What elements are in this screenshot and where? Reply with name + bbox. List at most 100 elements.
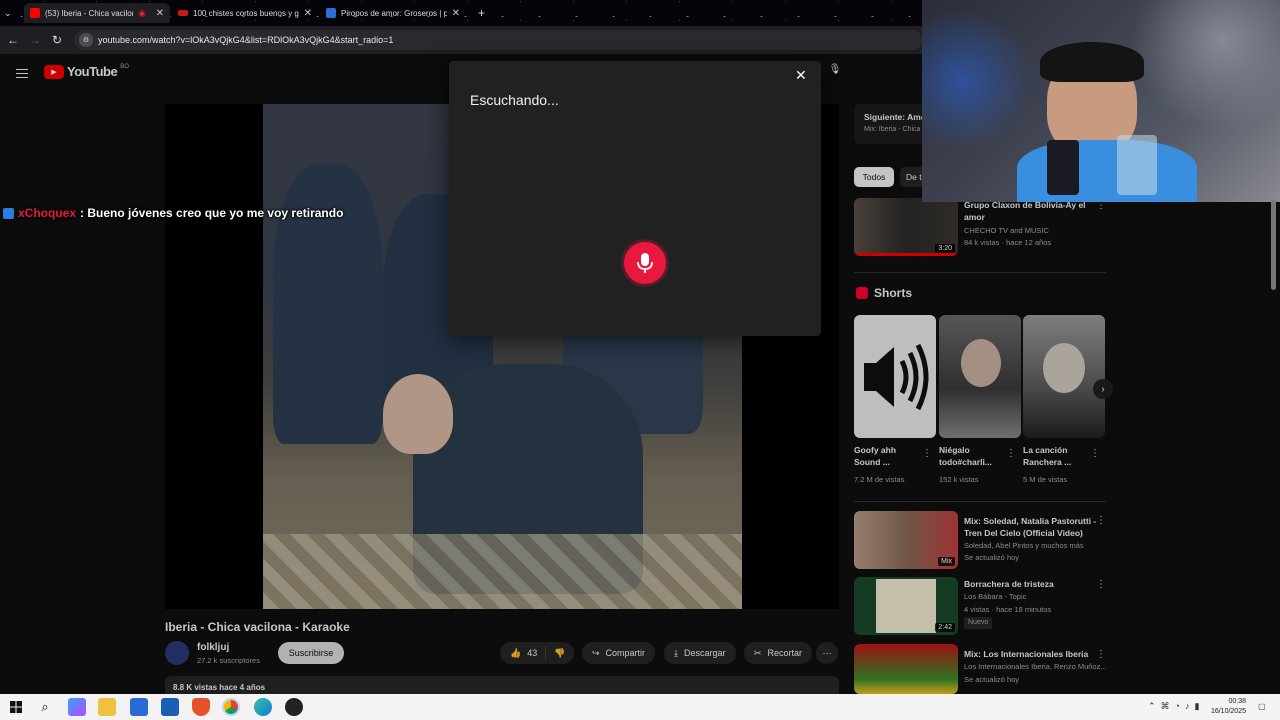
share-button[interactable]: ↪ Compartir — [582, 642, 656, 664]
youtube-logo[interactable]: ▶ YouTube BO — [44, 64, 129, 79]
close-tab-icon[interactable]: ✕ — [156, 8, 164, 19]
tab-list-button[interactable]: ⌄ — [4, 3, 22, 23]
new-badge: Nuevo — [964, 617, 993, 629]
obs-icon[interactable] — [285, 698, 303, 716]
like-count[interactable]: 43 — [527, 648, 537, 658]
more-vert-icon[interactable]: ⋮ — [1090, 448, 1100, 459]
menu-icon[interactable] — [16, 66, 28, 81]
copilot-icon[interactable] — [68, 698, 86, 716]
page-scrollbar[interactable] — [1271, 200, 1276, 290]
site-favicon-icon — [326, 8, 336, 18]
video-title[interactable]: Grupo Claxon de Bolivia-Ay el amor — [964, 199, 1094, 223]
chat-username: xChoquex — [18, 206, 77, 220]
more-icon: ⋯ — [822, 647, 832, 658]
platform-badge-icon — [3, 207, 14, 219]
video-meta: 84 k vistas · hace 12 años — [964, 238, 1052, 247]
channel-name[interactable]: folkljuj — [197, 642, 229, 653]
more-actions-button[interactable]: ⋯ — [816, 642, 838, 664]
divider — [854, 501, 1106, 502]
more-vert-icon[interactable]: ⋮ — [922, 448, 932, 459]
subscribe-button[interactable]: Suscribirse — [278, 642, 344, 664]
download-icon: ⤓ — [674, 647, 678, 658]
reload-icon: ↻ — [51, 33, 63, 47]
tray-icons[interactable]: ⌃⌘◔♪▮ — [1148, 701, 1204, 712]
tab-piropos[interactable]: Piropos de amor: Groseros | pa ✕ — [320, 3, 466, 23]
reload-button[interactable]: ↻ — [46, 29, 68, 51]
voice-search-icon[interactable]: 🎙 — [828, 64, 842, 80]
next-up-title: Siguiente: Amo — [864, 112, 927, 122]
thumbs-down-icon[interactable]: 👎 — [554, 648, 565, 659]
clip-button[interactable]: ✂ Recortar — [744, 642, 813, 664]
thumbnail-face — [961, 339, 1001, 387]
country-code: BO — [120, 63, 129, 70]
plus-icon: + — [478, 6, 486, 20]
notification-icon[interactable]: ▢ — [1258, 702, 1266, 711]
close-tab-icon[interactable]: ✕ — [304, 8, 312, 19]
clock-time: 00:38 — [1228, 698, 1246, 705]
back-button[interactable]: ← — [2, 29, 24, 51]
close-tab-icon[interactable]: ✕ — [452, 8, 460, 19]
video-title[interactable]: Mix: Soledad, Natalia Pastorutti - Tren … — [964, 515, 1098, 539]
recording-icon: ◉ — [138, 7, 146, 18]
short-title[interactable]: Goofy ahh Sound ... — [854, 444, 916, 468]
chip-todos[interactable]: Todos — [854, 167, 894, 187]
views-date: 8.8 K vistas hace 4 años — [173, 683, 266, 692]
short-title[interactable]: Niégalo todo#charli... — [939, 444, 1003, 468]
mix-badge: Mix — [938, 557, 955, 566]
tab-chistes[interactable]: 100 chistes cortos buenos y gr ✕ — [172, 3, 318, 23]
youtube-favicon-icon — [30, 8, 40, 18]
channel-avatar[interactable] — [165, 641, 189, 665]
short-title[interactable]: La canción Ranchera ... — [1023, 444, 1087, 468]
subscriber-count: 27.2 k suscriptores — [197, 656, 260, 665]
new-tab-button[interactable]: + — [472, 3, 491, 23]
streamer-hair — [1040, 42, 1144, 82]
video-thumbnail[interactable]: 2:42 — [854, 577, 958, 635]
microphone-icon — [637, 253, 653, 273]
edge-icon[interactable] — [254, 698, 272, 716]
address-bar[interactable]: ⚙ youtube.com/watch?v=lOkA3vQjkG4&list=R… — [74, 30, 922, 50]
watch-progress — [854, 253, 958, 256]
tab-title: 100 chistes cortos buenos y gr — [193, 8, 299, 18]
shorts-next-button[interactable]: › — [1093, 379, 1113, 399]
chip-de-tu[interactable]: De t — [900, 167, 924, 187]
video-floor — [263, 534, 742, 609]
brave-icon[interactable] — [192, 698, 210, 716]
clock[interactable]: 00:38 16/10/2025 — [1206, 697, 1246, 717]
outlook-icon[interactable] — [161, 698, 179, 716]
file-explorer-icon[interactable] — [98, 698, 116, 716]
more-vert-icon[interactable]: ⋮ — [1096, 515, 1106, 526]
chrome-icon[interactable] — [222, 698, 240, 716]
microphone-button[interactable] — [624, 242, 666, 284]
short-thumbnail[interactable] — [854, 315, 936, 438]
store-icon[interactable] — [130, 698, 148, 716]
close-icon[interactable]: ✕ — [795, 67, 807, 84]
video-thumbnail[interactable]: 3:20 — [854, 198, 958, 256]
tab-iberia[interactable]: (53) Iberia - Chica vacilona ◉ ✕ — [24, 3, 170, 23]
forward-button[interactable]: → — [24, 29, 46, 51]
listening-status: Escuchando... — [470, 92, 559, 108]
video-title[interactable]: Borrachera de tristeza — [964, 578, 1098, 590]
download-button[interactable]: ⤓ Descargar — [664, 642, 736, 664]
clock-date: 16/10/2025 — [1210, 708, 1246, 715]
windows-start-icon[interactable] — [7, 698, 25, 716]
scissors-icon: ✂ — [754, 647, 762, 658]
duration-badge: 2:42 — [935, 623, 955, 632]
more-vert-icon[interactable]: ⋮ — [1006, 448, 1016, 459]
search-icon[interactable]: ⌕ — [36, 698, 54, 716]
browser-tab-bar: ⌄ (53) Iberia - Chica vacilona ◉ ✕ 100 c… — [0, 0, 922, 26]
video-channel: Los Internacionales Iberia, Renzo Muñoz.… — [964, 662, 1107, 671]
more-vert-icon[interactable]: ⋮ — [1096, 649, 1106, 660]
short-thumbnail[interactable] — [939, 315, 1021, 438]
more-vert-icon[interactable]: ⋮ — [1096, 579, 1106, 590]
description-box[interactable]: 8.8 K vistas hace 4 años — [165, 676, 839, 694]
glass-object — [1117, 135, 1157, 195]
video-title[interactable]: Mix: Los Internacionales Iberia — [964, 648, 1104, 660]
short-views: 152 k vistas — [939, 475, 979, 484]
thumbnail-face — [1043, 343, 1085, 393]
video-channel: CHECHO TV and MUSIC — [964, 226, 1049, 235]
site-info-icon[interactable]: ⚙ — [79, 33, 93, 47]
video-thumbnail[interactable]: Mix — [854, 511, 958, 569]
short-thumbnail[interactable] — [1023, 315, 1105, 438]
video-thumbnail[interactable] — [854, 644, 958, 694]
thumbs-up-icon[interactable]: 👍 — [510, 648, 521, 659]
